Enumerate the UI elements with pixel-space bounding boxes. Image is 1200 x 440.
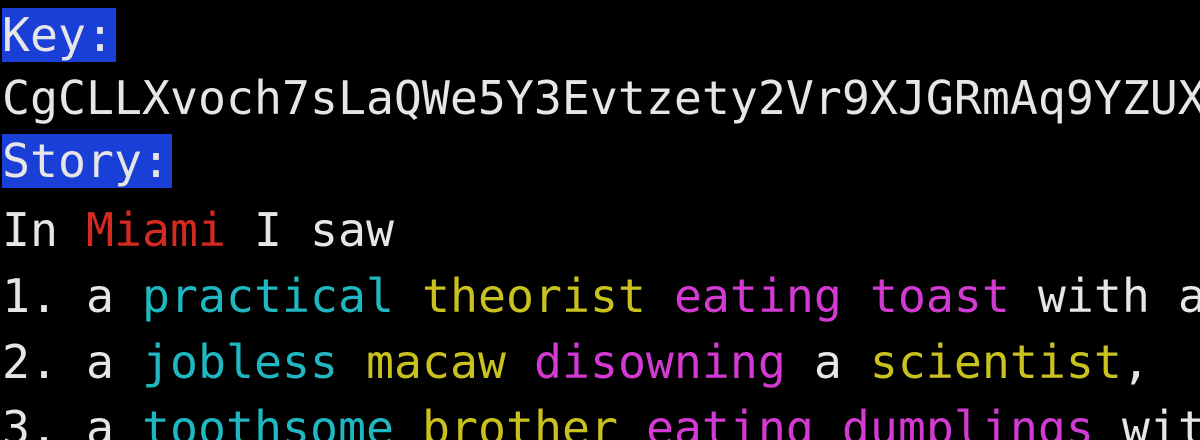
item-object: scientist — [869, 335, 1122, 389]
key-value: CgCLLXvoch7sLaQWe5Y3Evtzety2Vr9XJGRmAq9Y… — [2, 71, 1200, 125]
intro-suffix: I saw — [225, 203, 394, 257]
item-tail: , — [1121, 335, 1150, 389]
item-verb: eating — [645, 401, 814, 440]
item-noun: theorist — [421, 269, 646, 323]
story-item-1: 1. a practical theorist eating toast wit… — [2, 263, 1200, 329]
item-verb: eating — [673, 269, 842, 323]
story-intro-line: In Miami I saw — [2, 197, 394, 263]
story-item-3: 3. a toothsome brother eating dumplings … — [2, 395, 1200, 440]
item-number: 1. — [2, 269, 58, 323]
intro-prefix: In — [2, 203, 86, 257]
key-label: Key: — [2, 8, 116, 62]
terminal-window: Key: CgCLLXvoch7sLaQWe5Y3Evtzety2Vr9XJGR… — [0, 0, 1200, 440]
key-label-line: Key: — [2, 2, 116, 68]
item-verb: disowning — [533, 335, 786, 389]
item-adjective: practical — [142, 269, 394, 323]
item-article: a — [86, 335, 114, 389]
item-object: dumplings — [841, 401, 1094, 440]
item-object: toast — [869, 269, 1010, 323]
item-adjective: jobless — [142, 335, 338, 389]
item-article: a — [86, 401, 114, 440]
key-value-line: CgCLLXvoch7sLaQWe5Y3Evtzety2Vr9XJGRmAq9Y… — [2, 65, 1200, 131]
story-label: Story: — [2, 134, 172, 188]
item-tail: wit — [1121, 401, 1200, 440]
item-article: a — [86, 269, 114, 323]
item-noun: macaw — [365, 335, 506, 389]
intro-city: Miami — [86, 203, 226, 257]
story-item-2: 2. a jobless macaw disowning a scientist… — [2, 329, 1150, 395]
item-noun: brother — [421, 401, 618, 440]
story-label-line: Story: — [2, 128, 172, 194]
item-number: 2. — [2, 335, 58, 389]
item-mid: a — [813, 335, 842, 389]
item-number: 3. — [2, 401, 58, 440]
item-adjective: toothsome — [142, 401, 394, 440]
item-tail: with a — [1037, 269, 1200, 323]
